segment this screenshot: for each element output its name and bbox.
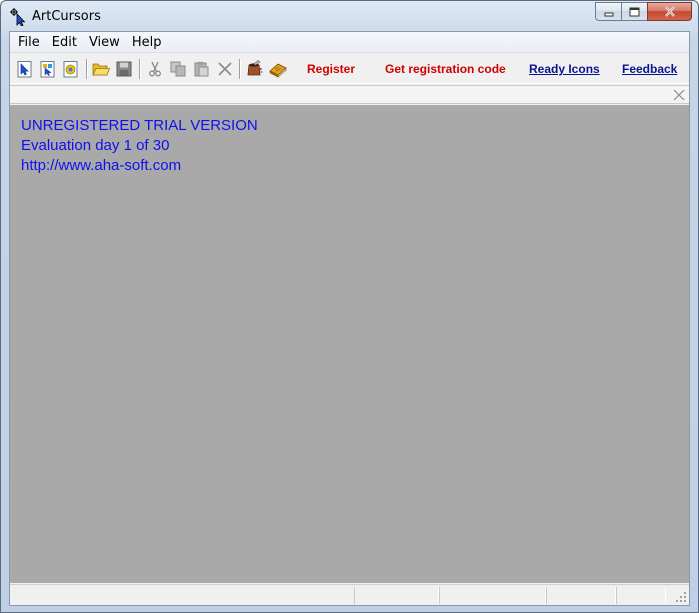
- effects-icon: [247, 60, 263, 76]
- window-title: ArtCursors: [32, 9, 101, 24]
- new-icon-icon: [63, 60, 78, 77]
- paste-icon: [194, 61, 209, 77]
- open-button[interactable]: [92, 60, 110, 78]
- app-window: ArtCursors File Edit View Help Register …: [0, 0, 699, 613]
- resize-grip-icon[interactable]: [675, 591, 687, 603]
- status-pane: [439, 587, 546, 604]
- close-button[interactable]: [647, 2, 692, 21]
- delete-icon: [218, 62, 232, 76]
- library-button[interactable]: [269, 60, 287, 78]
- delete-button[interactable]: [216, 60, 234, 78]
- copy-button[interactable]: [169, 60, 187, 78]
- website-text: http://www.aha-soft.com: [21, 157, 182, 174]
- maximize-icon: [629, 7, 640, 16]
- new-cursor-icon: [17, 60, 32, 77]
- toolbar-separator: [86, 59, 88, 79]
- title-bar[interactable]: ArtCursors: [1, 1, 698, 31]
- minimize-button[interactable]: [595, 2, 622, 21]
- feedback-link[interactable]: Feedback: [622, 62, 677, 76]
- evaluation-day-text: Evaluation day 1 of 30: [21, 137, 170, 154]
- menu-edit[interactable]: Edit: [46, 32, 83, 53]
- toolbar: Register Get registration code Ready Ico…: [10, 54, 689, 84]
- new-icon-button[interactable]: [62, 60, 80, 78]
- status-bar: [10, 584, 689, 605]
- menu-help[interactable]: Help: [126, 32, 168, 53]
- close-icon: [664, 6, 675, 17]
- cut-icon: [149, 61, 161, 77]
- new-cursor-button[interactable]: [16, 60, 34, 78]
- workspace: UNREGISTERED TRIAL VERSION Evaluation da…: [10, 105, 689, 583]
- save-button[interactable]: [115, 60, 133, 78]
- menu-file[interactable]: File: [12, 32, 46, 53]
- new-animated-cursor-button[interactable]: [39, 60, 57, 78]
- client-area: File Edit View Help Register Get registr…: [9, 31, 690, 606]
- status-pane: [546, 587, 616, 604]
- cut-button[interactable]: [146, 60, 164, 78]
- toolbar-separator: [139, 59, 141, 79]
- close-icon[interactable]: [672, 88, 686, 102]
- library-book-icon: [269, 63, 287, 78]
- status-pane: [616, 587, 666, 604]
- paste-button[interactable]: [192, 60, 210, 78]
- caption-buttons: [595, 2, 692, 22]
- register-link[interactable]: Register: [307, 62, 355, 76]
- trial-version-text: UNREGISTERED TRIAL VERSION: [21, 117, 258, 134]
- cursor-arrow-icon: [10, 8, 26, 26]
- open-folder-icon: [92, 63, 110, 76]
- get-registration-code-link[interactable]: Get registration code: [385, 62, 506, 76]
- copy-icon: [170, 61, 186, 77]
- menu-view[interactable]: View: [83, 32, 126, 53]
- effects-button[interactable]: [246, 60, 264, 78]
- new-animated-cursor-icon: [40, 60, 55, 77]
- maximize-button[interactable]: [621, 2, 648, 21]
- ready-icons-link[interactable]: Ready Icons: [529, 62, 600, 76]
- menu-bar: File Edit View Help: [10, 32, 689, 53]
- save-disk-icon: [116, 61, 132, 77]
- info-bar: [10, 85, 689, 104]
- status-pane: [354, 587, 439, 604]
- minimize-icon: [604, 12, 613, 16]
- toolbar-separator: [239, 59, 241, 79]
